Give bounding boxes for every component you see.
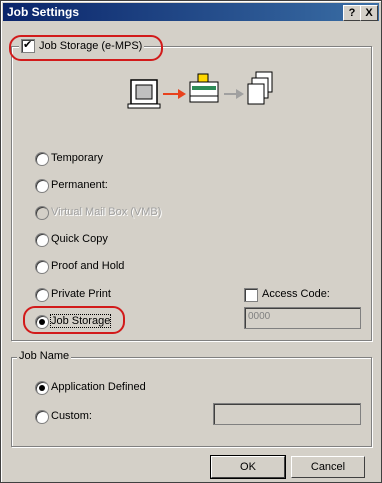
- printer-icon: [189, 73, 219, 103]
- job-storage-workflow-illustration: [127, 71, 273, 109]
- close-button[interactable]: X: [360, 5, 378, 21]
- label-private-print: Private Print: [51, 288, 111, 300]
- job-settings-dialog: Job Settings ? X Job Storage (e-MPS): [0, 0, 382, 483]
- cancel-button[interactable]: Cancel: [291, 456, 365, 478]
- label-virtual-mail-box: Virtual Mail Box (VMB): [51, 206, 162, 218]
- custom-name-field[interactable]: [213, 403, 361, 425]
- window-title: Job Settings: [7, 5, 80, 19]
- radio-quick-copy[interactable]: [35, 233, 49, 247]
- radio-application-defined[interactable]: [35, 381, 49, 395]
- access-code-label: Access Code:: [262, 288, 330, 300]
- job-name-legend: Job Name: [17, 350, 72, 362]
- highlight-job-storage-radio: [23, 306, 125, 334]
- label-custom: Custom:: [51, 410, 92, 422]
- radio-proof-and-hold[interactable]: [35, 260, 49, 274]
- job-name-group: [11, 357, 372, 447]
- red-arrow-icon: [163, 89, 186, 99]
- label-proof-and-hold: Proof and Hold: [51, 260, 125, 272]
- label-quick-copy: Quick Copy: [51, 233, 108, 245]
- ok-button[interactable]: OK: [210, 455, 286, 479]
- computer-icon: [127, 79, 161, 109]
- radio-temporary[interactable]: [35, 152, 49, 166]
- help-button[interactable]: ?: [343, 5, 361, 21]
- access-code-field[interactable]: 0000: [244, 307, 361, 329]
- radio-virtual-mail-box[interactable]: [35, 206, 49, 220]
- label-application-defined: Application Defined: [51, 381, 146, 393]
- gray-arrow-icon: [224, 89, 244, 99]
- title-bar: Job Settings ? X: [3, 3, 379, 21]
- label-temporary: Temporary: [51, 152, 103, 164]
- documents-icon: [247, 71, 273, 105]
- radio-permanent[interactable]: [35, 179, 49, 193]
- highlight-job-storage-checkbox: [9, 35, 163, 61]
- access-code-checkbox[interactable]: [244, 288, 258, 302]
- radio-private-print[interactable]: [35, 288, 49, 302]
- radio-custom[interactable]: [35, 410, 49, 424]
- label-permanent: Permanent:: [51, 179, 108, 191]
